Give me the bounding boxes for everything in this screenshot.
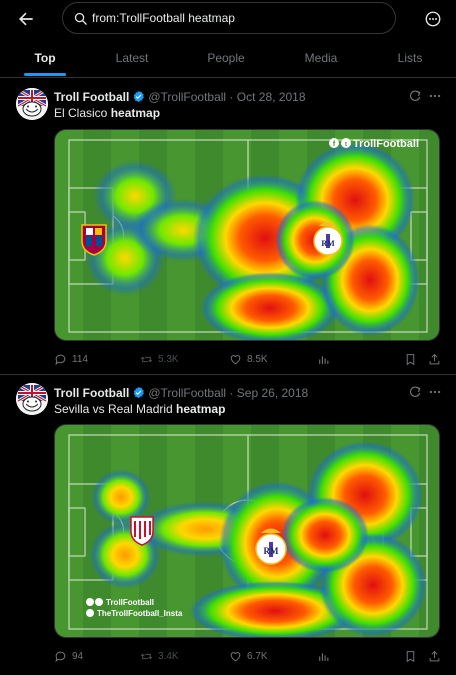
verified-badge-icon (134, 386, 145, 399)
heart-icon (230, 651, 241, 661)
share-button[interactable] (428, 351, 446, 367)
tab-lists[interactable]: Lists (364, 38, 456, 78)
svg-text:TrollFootball: TrollFootball (353, 138, 419, 150)
top-bar: from:TrollFootball heatmap Top Latest Pe… (0, 0, 456, 78)
share-icon (429, 353, 440, 364)
handle[interactable]: @TrollFootball (148, 386, 226, 400)
search-tabs: Top Latest People Media Lists (0, 38, 456, 78)
svg-text:RM: RM (321, 239, 335, 248)
highlight-term: heatmap (110, 106, 161, 120)
tweet-actions: 114 5.3K 8.5K (54, 351, 444, 367)
active-tab-indicator (24, 73, 66, 76)
more-options-icon[interactable] (424, 10, 442, 28)
avatar[interactable] (16, 88, 48, 120)
highlight-term: heatmap (176, 402, 226, 416)
display-name[interactable]: Troll Football (54, 386, 129, 400)
verified-badge-icon (134, 90, 145, 103)
timestamp[interactable]: Oct 28, 2018 (237, 90, 306, 104)
tweet-header: Troll Football @TrollFootball · Sep 26, 2… (54, 386, 308, 400)
search-icon (74, 12, 87, 25)
svg-text:TrollFootball: TrollFootball (106, 598, 154, 607)
reply-button[interactable]: 114 (54, 351, 88, 367)
retweet-button[interactable]: 3.4K (140, 648, 179, 664)
tweet-header: Troll Football @TrollFootball · Oct 28, 2… (54, 90, 306, 104)
retweet-icon (140, 653, 153, 659)
analytics-icon (319, 652, 329, 661)
analytics-icon (319, 355, 329, 364)
avatar[interactable] (16, 383, 48, 415)
separator: · (229, 386, 234, 400)
tweet[interactable]: Troll Football @TrollFootball · Oct 28, 2… (0, 79, 456, 375)
views-button[interactable] (317, 648, 335, 664)
like-button[interactable]: 8.5K (229, 351, 268, 367)
timestamp[interactable]: Sep 26, 2018 (237, 386, 308, 400)
tweet-text: Sevilla vs Real Madrid heatmap (54, 402, 226, 416)
tweet-image[interactable]: RM f t TrollFootball (54, 129, 440, 341)
grok-icon[interactable] (408, 385, 422, 399)
svg-text:RM: RM (264, 546, 279, 556)
tweet-text: El Clasico heatmap (54, 106, 161, 120)
tweet-actions: 94 3.4K 6.7K (54, 648, 444, 664)
more-icon[interactable] (428, 385, 442, 399)
bookmark-icon (406, 353, 415, 365)
tab-top[interactable]: Top (0, 38, 90, 78)
reply-button[interactable]: 94 (54, 648, 83, 664)
search-input[interactable]: from:TrollFootball heatmap (62, 2, 396, 34)
views-button[interactable] (317, 351, 335, 367)
tab-people[interactable]: People (180, 38, 272, 78)
svg-text:t: t (345, 142, 347, 148)
heart-icon (230, 354, 241, 364)
tab-latest[interactable]: Latest (86, 38, 178, 78)
share-button[interactable] (428, 648, 446, 664)
retweet-button[interactable]: 5.3K (140, 351, 179, 367)
separator: · (229, 90, 234, 104)
like-button[interactable]: 6.7K (229, 648, 268, 664)
troll-face-icon (16, 383, 48, 415)
barcelona-crest-icon (81, 224, 107, 256)
bookmark-icon (406, 650, 415, 662)
display-name[interactable]: Troll Football (54, 90, 129, 104)
svg-text:TheTrollFootball_Insta: TheTrollFootball_Insta (97, 609, 183, 618)
retweet-icon (140, 356, 153, 362)
search-query: from:TrollFootball heatmap (92, 11, 235, 25)
back-arrow-icon[interactable] (16, 9, 36, 29)
heatmap-image: RM TrollFootball TheTrollFootball_Insta (55, 425, 439, 637)
sevilla-crest-icon (130, 516, 154, 546)
handle[interactable]: @TrollFootball (148, 90, 226, 104)
grok-icon[interactable] (408, 89, 422, 103)
reply-icon (55, 354, 66, 365)
heatmap-image: RM f t TrollFootball (55, 130, 439, 340)
bookmark-button[interactable] (404, 648, 422, 664)
more-icon[interactable] (428, 89, 442, 103)
troll-face-icon (16, 88, 48, 120)
share-icon (429, 650, 440, 661)
tab-media[interactable]: Media (275, 38, 367, 78)
tweet-image[interactable]: RM TrollFootball TheTrollFootball_Insta (54, 424, 440, 638)
tweet[interactable]: Troll Football @TrollFootball · Sep 26, 2… (0, 376, 456, 675)
reply-icon (55, 651, 66, 662)
bookmark-button[interactable] (404, 351, 422, 367)
